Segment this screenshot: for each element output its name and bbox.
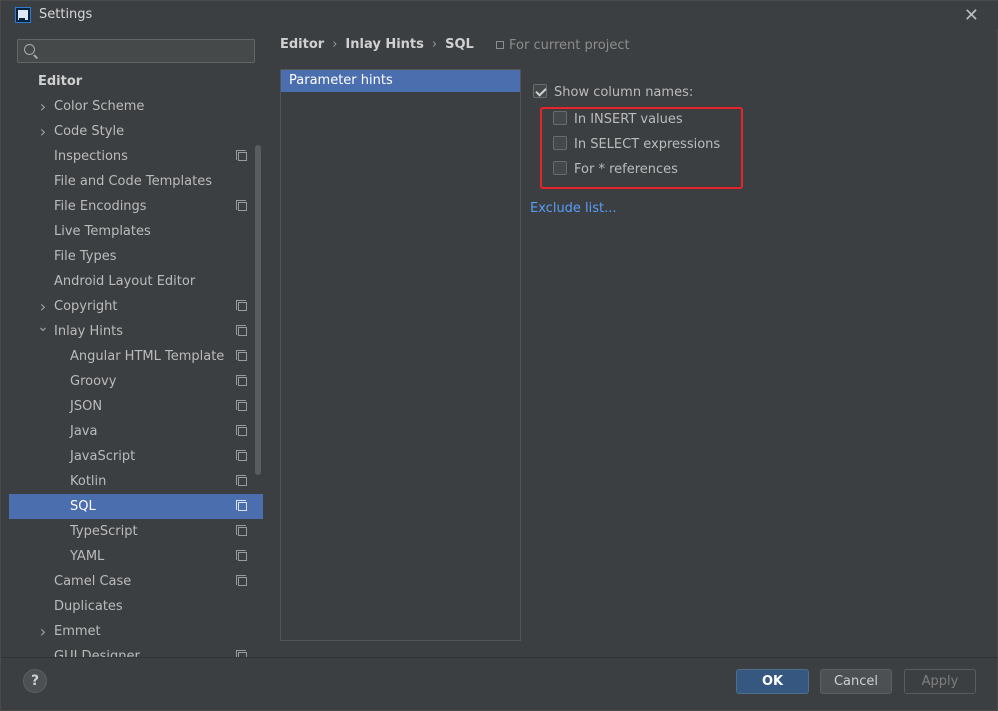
exclude-list-link[interactable]: Exclude list... [530, 201, 617, 216]
sidebar-item-inspections[interactable]: Inspections [9, 144, 263, 169]
project-scope-icon [236, 325, 247, 336]
settings-dialog: Settings ✕ Editor › Color Scheme › Code Styl… [0, 0, 998, 711]
ok-button[interactable]: OK [736, 669, 809, 694]
sidebar-item-label: Inlay Hints [54, 324, 123, 339]
settings-search-field[interactable] [17, 39, 255, 63]
sidebar-item-yaml[interactable]: YAML [9, 544, 263, 569]
close-icon[interactable]: ✕ [964, 5, 979, 26]
sidebar-item-label: Inspections [54, 149, 128, 164]
hints-list-item-parameter-hints[interactable]: Parameter hints [281, 70, 520, 92]
sidebar-item-file-encodings[interactable]: File Encodings [9, 194, 263, 219]
sidebar-item-label: Duplicates [54, 599, 123, 614]
sidebar-item-label: Live Templates [54, 224, 151, 239]
project-scope-icon [236, 200, 247, 211]
sidebar-item-java[interactable]: Java [9, 419, 263, 444]
chevron-right-icon[interactable]: › [37, 94, 49, 119]
help-button[interactable]: ? [23, 669, 47, 693]
apply-button[interactable]: Apply [904, 669, 976, 694]
project-scope-icon [236, 500, 247, 511]
sidebar-item-android-layout-editor[interactable]: Android Layout Editor [9, 269, 263, 294]
project-scope-icon [496, 41, 504, 49]
sidebar-item-label: Editor [38, 74, 83, 89]
sidebar-item-file-and-code-templates[interactable]: File and Code Templates [9, 169, 263, 194]
breadcrumb: Editor › Inlay Hints › SQL [280, 37, 474, 57]
sidebar-item-label: Copyright [54, 299, 118, 314]
sidebar-item-label: Android Layout Editor [54, 274, 196, 289]
sidebar-scrollbar[interactable] [255, 145, 261, 475]
annotation-highlight-box [540, 107, 743, 189]
sidebar-item-javascript[interactable]: JavaScript [9, 444, 263, 469]
breadcrumb-item-sql: SQL [445, 37, 474, 52]
sidebar-item-label: Groovy [70, 374, 117, 389]
sidebar-item-color-scheme[interactable]: › Color Scheme [9, 94, 263, 119]
checkbox-checked-icon[interactable] [533, 84, 547, 98]
sidebar-item-label: File Encodings [54, 199, 147, 214]
window-title: Settings [39, 7, 93, 22]
breadcrumb-separator: › [332, 37, 338, 52]
sidebar-item-label: TypeScript [70, 524, 138, 539]
sidebar-item-label: Angular HTML Template [70, 349, 225, 364]
sidebar-item-sql[interactable]: SQL [9, 494, 263, 519]
project-scope-icon [236, 450, 247, 461]
sidebar-item-label: SQL [70, 499, 96, 514]
sidebar-item-camel-case[interactable]: Camel Case [9, 569, 263, 594]
project-scope-icon [236, 525, 247, 536]
sidebar-item-label: Kotlin [70, 474, 107, 489]
breadcrumb-item-editor[interactable]: Editor [280, 37, 324, 52]
breadcrumb-item-inlay-hints[interactable]: Inlay Hints [345, 37, 423, 52]
project-scope-icon [236, 425, 247, 436]
sidebar-item-label: GUI Designer [54, 649, 140, 657]
sidebar-item-editor[interactable]: Editor [9, 69, 263, 94]
sidebar-item-label: JSON [70, 399, 103, 414]
project-scope-icon [236, 475, 247, 486]
scope-indicator: For current project [496, 38, 630, 53]
sidebar-item-label: Code Style [54, 124, 125, 139]
cancel-button[interactable]: Cancel [820, 669, 892, 694]
sidebar-item-label: YAML [70, 549, 105, 564]
sidebar-item-label: Camel Case [54, 574, 132, 589]
sidebar-item-live-templates[interactable]: Live Templates [9, 219, 263, 244]
sidebar-item-groovy[interactable]: Groovy [9, 369, 263, 394]
title-bar: Settings ✕ [1, 1, 998, 29]
sidebar-item-label: JavaScript [70, 449, 136, 464]
sidebar-item-label: File Types [54, 249, 117, 264]
breadcrumb-separator: › [431, 37, 438, 52]
settings-sidebar: Editor › Color Scheme › Code Style Inspection… [9, 29, 263, 657]
project-scope-icon [236, 550, 247, 561]
sidebar-item-inlay-hints[interactable]: ⌄ Inlay Hints [9, 319, 263, 344]
chevron-down-icon[interactable]: ⌄ [37, 315, 49, 340]
sidebar-item-angular-html-template[interactable]: Angular HTML Template [9, 344, 263, 369]
project-scope-icon [236, 375, 247, 386]
sidebar-item-code-style[interactable]: › Code Style [9, 119, 263, 144]
sidebar-item-typescript[interactable]: TypeScript [9, 519, 263, 544]
project-scope-icon [236, 300, 247, 311]
settings-tree: Editor › Color Scheme › Code Style Inspection… [9, 69, 263, 657]
settings-search-input[interactable] [40, 42, 250, 60]
sidebar-item-emmet[interactable]: › Emmet [9, 619, 263, 644]
sidebar-item-gui-designer[interactable]: GUI Designer [9, 644, 263, 657]
sidebar-item-kotlin[interactable]: Kotlin [9, 469, 263, 494]
search-icon [24, 44, 35, 55]
footer-divider [1, 657, 998, 658]
show-column-names-label: Show column names: [554, 85, 694, 100]
hints-list: Parameter hints [280, 69, 521, 641]
project-scope-icon [236, 575, 247, 586]
project-scope-icon [236, 150, 247, 161]
chevron-right-icon[interactable]: › [37, 619, 49, 644]
sidebar-item-duplicates[interactable]: Duplicates [9, 594, 263, 619]
sidebar-item-label: Emmet [54, 624, 101, 639]
project-scope-icon [236, 350, 247, 361]
chevron-right-icon[interactable]: › [37, 119, 49, 144]
sidebar-item-file-types[interactable]: File Types [9, 244, 263, 269]
intellij-app-icon [15, 7, 31, 23]
sidebar-item-label: Color Scheme [54, 99, 145, 114]
project-scope-icon [236, 400, 247, 411]
show-column-names-checkbox[interactable]: Show column names: [533, 84, 693, 102]
sidebar-item-label: Java [70, 424, 98, 439]
sidebar-item-label: File and Code Templates [54, 174, 212, 189]
scope-label: For current project [509, 38, 630, 53]
sidebar-item-json[interactable]: JSON [9, 394, 263, 419]
